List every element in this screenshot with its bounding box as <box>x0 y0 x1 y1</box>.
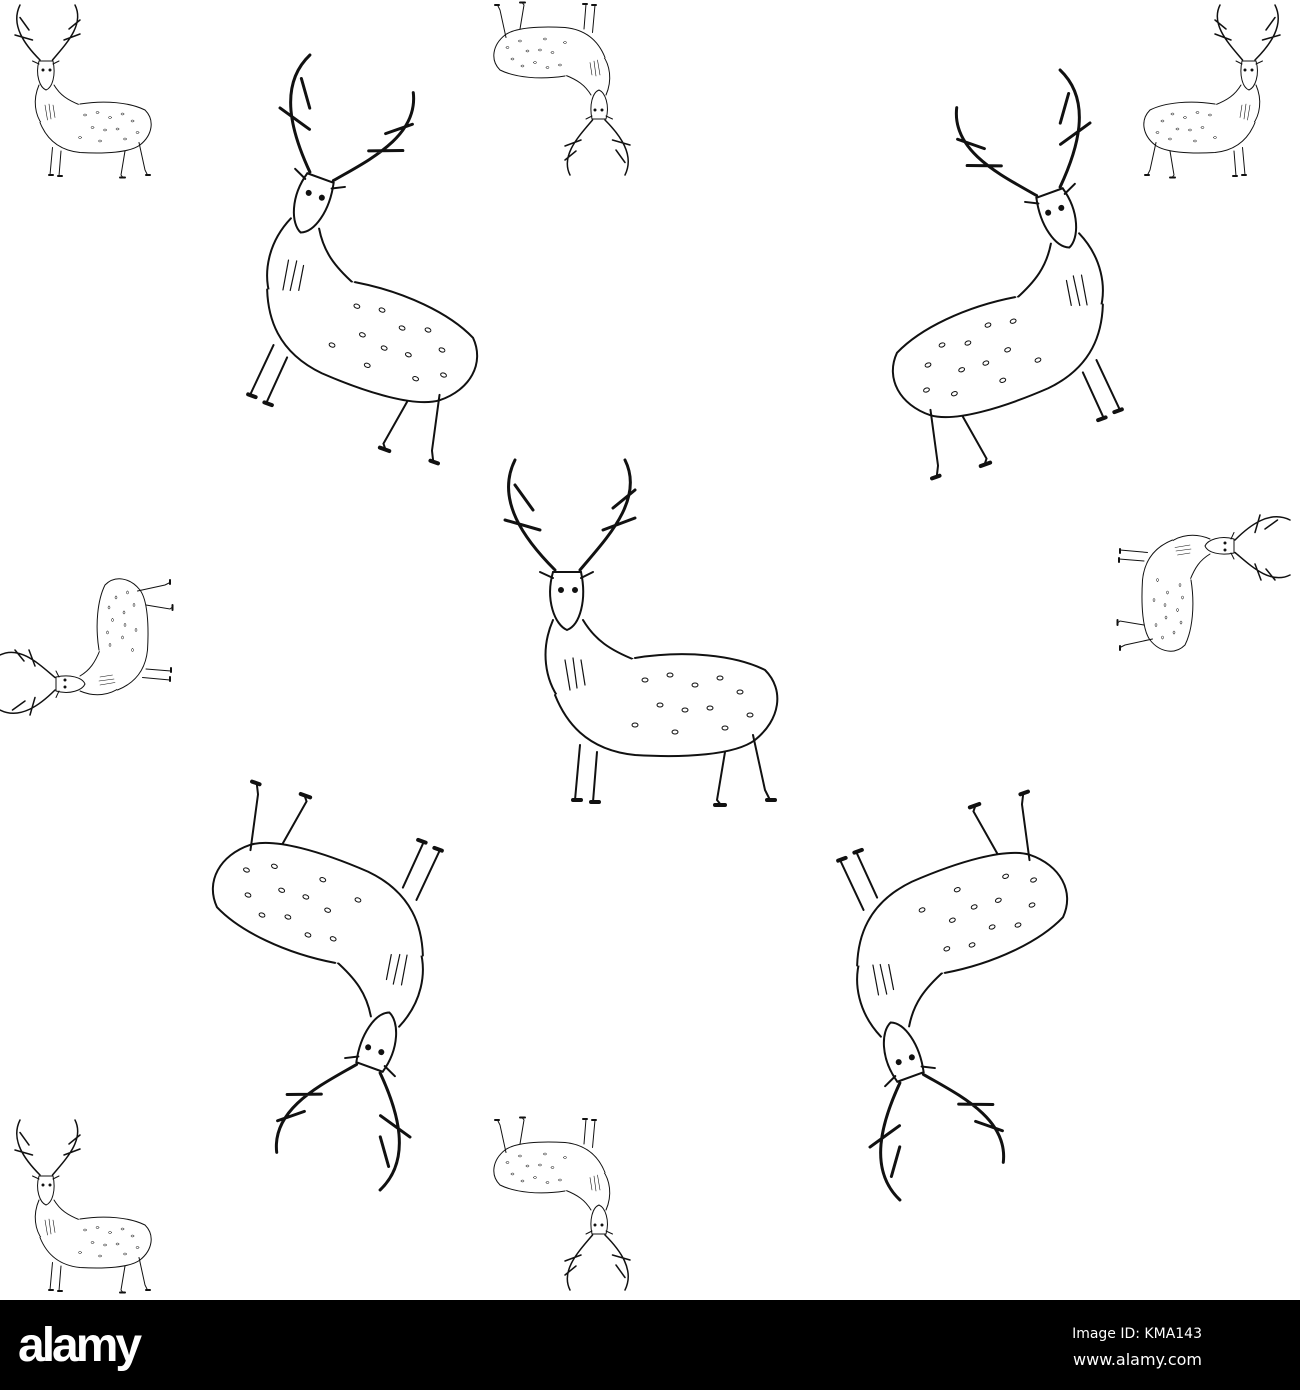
alamy-logo: alamy <box>18 1319 142 1372</box>
deer-left-edge <box>0 577 174 716</box>
stock-image: alamy Image ID: KMA143 www.alamy.com <box>0 0 1300 1390</box>
deer-upper-right <box>811 64 1190 486</box>
image-id: Image ID: KMA143 <box>1072 1326 1202 1342</box>
deer-upper-left <box>180 49 559 471</box>
deer-bottom <box>492 1116 631 1291</box>
watermark-bar: alamy Image ID: KMA143 www.alamy.com <box>0 1300 1300 1390</box>
deer-center <box>503 458 780 807</box>
deer-bottom-left-corner <box>14 1119 153 1294</box>
deer-top-right-corner <box>1142 4 1281 179</box>
deer-lower-left <box>131 774 510 1196</box>
deer-top <box>492 1 631 176</box>
deer-right-edge <box>1116 514 1291 653</box>
deer-top-left-corner <box>14 4 153 179</box>
site-url: www.alamy.com <box>1073 1350 1202 1369</box>
deer-pattern <box>0 1 1291 1294</box>
deer-lower-right <box>770 784 1149 1206</box>
